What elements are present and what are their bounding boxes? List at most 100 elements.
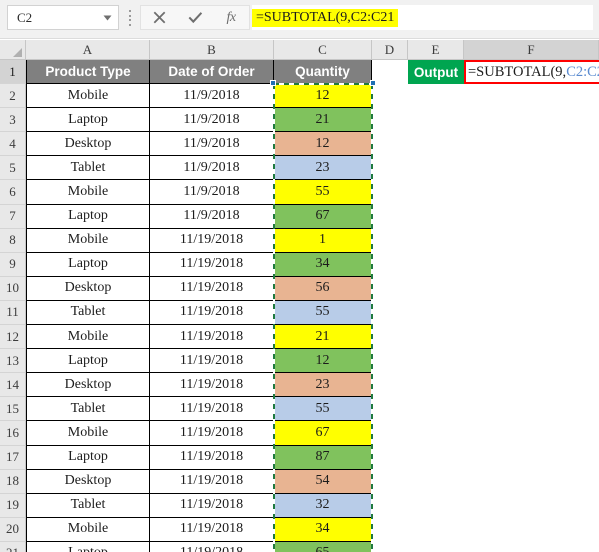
cell-e17[interactable] [408, 445, 464, 470]
cell-f15[interactable] [464, 397, 599, 422]
cell-e21[interactable] [408, 541, 464, 552]
row-header-7[interactable]: 7 [0, 204, 26, 229]
cell-e6[interactable] [408, 180, 464, 205]
cell-a2-product[interactable]: Mobile [26, 84, 150, 109]
column-header-f[interactable]: F [464, 40, 599, 60]
cell-c20-quantity[interactable]: 34 [274, 517, 372, 542]
row-header-14[interactable]: 14 [0, 373, 26, 398]
cell-a10-product[interactable]: Desktop [26, 276, 150, 301]
cell-b5-date[interactable]: 11/9/2018 [150, 156, 274, 181]
cell-c12-quantity[interactable]: 21 [274, 325, 372, 350]
cell-b14-date[interactable]: 11/19/2018 [150, 373, 274, 398]
row-header-21[interactable]: 21 [0, 541, 26, 552]
cell-e19[interactable] [408, 493, 464, 518]
cell-b15-date[interactable]: 11/19/2018 [150, 397, 274, 422]
cell-d8[interactable] [372, 228, 408, 253]
cell-b7-date[interactable]: 11/9/2018 [150, 204, 274, 229]
chevron-down-icon[interactable] [96, 6, 118, 29]
column-header-d[interactable]: D [372, 40, 408, 60]
cell-e13[interactable] [408, 349, 464, 374]
cell-d17[interactable] [372, 445, 408, 470]
row-header-19[interactable]: 19 [0, 493, 26, 518]
cell-e4[interactable] [408, 132, 464, 157]
cell-e7[interactable] [408, 204, 464, 229]
name-box[interactable]: C2 [7, 5, 119, 30]
cell-f9[interactable] [464, 252, 599, 277]
cell-c9-quantity[interactable]: 34 [274, 252, 372, 277]
cell-d21[interactable] [372, 541, 408, 552]
cell-c6-quantity[interactable]: 55 [274, 180, 372, 205]
cell-f6[interactable] [464, 180, 599, 205]
cell-f4[interactable] [464, 132, 599, 157]
cell-c4-quantity[interactable]: 12 [274, 132, 372, 157]
cell-f20[interactable] [464, 517, 599, 542]
cell-c18-quantity[interactable]: 54 [274, 469, 372, 494]
cell-f16[interactable] [464, 421, 599, 446]
cell-f2[interactable] [464, 84, 599, 109]
cell-d20[interactable] [372, 517, 408, 542]
cell-a5-product[interactable]: Tablet [26, 156, 150, 181]
cell-e10[interactable] [408, 276, 464, 301]
cell-c8-quantity[interactable]: 1 [274, 228, 372, 253]
cell-f14[interactable] [464, 373, 599, 398]
cell-f12[interactable] [464, 325, 599, 350]
cell-a9-product[interactable]: Laptop [26, 252, 150, 277]
cell-a19-product[interactable]: Tablet [26, 493, 150, 518]
cell-f1-active-formula[interactable]: =SUBTOTAL(9,C2:C21 [464, 60, 599, 85]
cell-a4-product[interactable]: Desktop [26, 132, 150, 157]
cell-b18-date[interactable]: 11/19/2018 [150, 469, 274, 494]
row-header-1[interactable]: 1 [0, 60, 26, 85]
cell-b1-date-of-order[interactable]: Date of Order [150, 60, 274, 85]
cell-d3[interactable] [372, 108, 408, 133]
cell-e14[interactable] [408, 373, 464, 398]
cell-b6-date[interactable]: 11/9/2018 [150, 180, 274, 205]
cell-e8[interactable] [408, 228, 464, 253]
formula-input[interactable]: =SUBTOTAL(9,C2:C21 [252, 5, 593, 30]
cell-b4-date[interactable]: 11/9/2018 [150, 132, 274, 157]
column-header-e[interactable]: E [408, 40, 464, 60]
row-header-6[interactable]: 6 [0, 180, 26, 205]
cell-f7[interactable] [464, 204, 599, 229]
cell-c21-quantity[interactable]: 65 [274, 541, 372, 552]
cell-c1-quantity[interactable]: Quantity [274, 60, 372, 85]
cell-e11[interactable] [408, 300, 464, 326]
cell-d18[interactable] [372, 469, 408, 494]
cell-b20-date[interactable]: 11/19/2018 [150, 517, 274, 542]
cell-f18[interactable] [464, 469, 599, 494]
row-header-4[interactable]: 4 [0, 132, 26, 157]
row-header-16[interactable]: 16 [0, 421, 26, 446]
cell-e3[interactable] [408, 108, 464, 133]
cell-f19[interactable] [464, 493, 599, 518]
cell-a12-product[interactable]: Mobile [26, 325, 150, 350]
cell-c19-quantity[interactable]: 32 [274, 493, 372, 518]
cell-e16[interactable] [408, 421, 464, 446]
cell-c17-quantity[interactable]: 87 [274, 445, 372, 470]
cell-c15-quantity[interactable]: 55 [274, 397, 372, 422]
check-icon[interactable] [177, 6, 213, 29]
cell-a21-product[interactable]: Laptop [26, 541, 150, 552]
row-header-17[interactable]: 17 [0, 445, 26, 470]
cell-f13[interactable] [464, 349, 599, 374]
cell-a15-product[interactable]: Tablet [26, 397, 150, 422]
cell-b2-date[interactable]: 11/9/2018 [150, 84, 274, 109]
cell-b21-date[interactable]: 11/19/2018 [150, 541, 274, 552]
cell-a20-product[interactable]: Mobile [26, 517, 150, 542]
cell-a3-product[interactable]: Laptop [26, 108, 150, 133]
row-header-10[interactable]: 10 [0, 276, 26, 301]
cell-a8-product[interactable]: Mobile [26, 228, 150, 253]
cell-f21[interactable] [464, 541, 599, 552]
cell-e1-output-label[interactable]: Output [408, 60, 464, 85]
cell-c13-quantity[interactable]: 12 [274, 349, 372, 374]
cell-b13-date[interactable]: 11/19/2018 [150, 349, 274, 374]
cell-c7-quantity[interactable]: 67 [274, 204, 372, 229]
cell-a16-product[interactable]: Mobile [26, 421, 150, 446]
select-all-corner[interactable] [0, 40, 26, 60]
cell-b3-date[interactable]: 11/9/2018 [150, 108, 274, 133]
cell-b16-date[interactable]: 11/19/2018 [150, 421, 274, 446]
cell-d9[interactable] [372, 252, 408, 277]
cell-a6-product[interactable]: Mobile [26, 180, 150, 205]
column-header-a[interactable]: A [26, 40, 150, 60]
cell-b17-date[interactable]: 11/19/2018 [150, 445, 274, 470]
cell-a7-product[interactable]: Laptop [26, 204, 150, 229]
cell-c14-quantity[interactable]: 23 [274, 373, 372, 398]
